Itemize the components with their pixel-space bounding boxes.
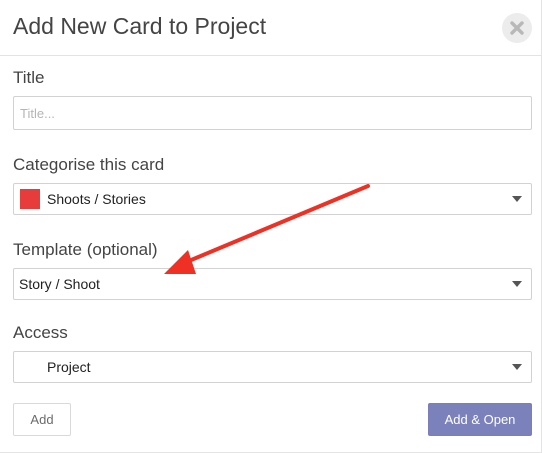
template-selected-value: Story / Shoot: [19, 276, 100, 292]
chevron-down-icon: [512, 196, 522, 202]
title-label: Title: [13, 68, 45, 87]
template-label: Template (optional): [13, 240, 158, 259]
category-label: Categorise this card: [13, 155, 165, 174]
chevron-down-icon: [512, 281, 522, 287]
dialog-header: Add New Card to Project: [0, 0, 542, 56]
category-color-swatch: [20, 189, 40, 209]
chevron-down-icon: [512, 364, 522, 370]
access-label: Access: [13, 323, 68, 342]
annotation-arrow-icon: [164, 184, 370, 274]
title-input[interactable]: [13, 96, 532, 130]
category-selected-value: Shoots / Stories: [47, 191, 146, 207]
close-icon: [510, 21, 524, 35]
add-button[interactable]: Add: [13, 403, 71, 436]
add-card-dialog: Add New Card to Project Title Categorise…: [0, 0, 542, 453]
category-select[interactable]: Shoots / Stories: [13, 183, 532, 215]
access-select[interactable]: Project: [13, 351, 532, 383]
dialog-title: Add New Card to Project: [13, 13, 267, 39]
template-select[interactable]: Story / Shoot: [13, 268, 532, 300]
close-button[interactable]: [502, 13, 532, 43]
access-selected-value: Project: [47, 359, 91, 375]
add-and-open-button[interactable]: Add & Open: [428, 403, 532, 436]
